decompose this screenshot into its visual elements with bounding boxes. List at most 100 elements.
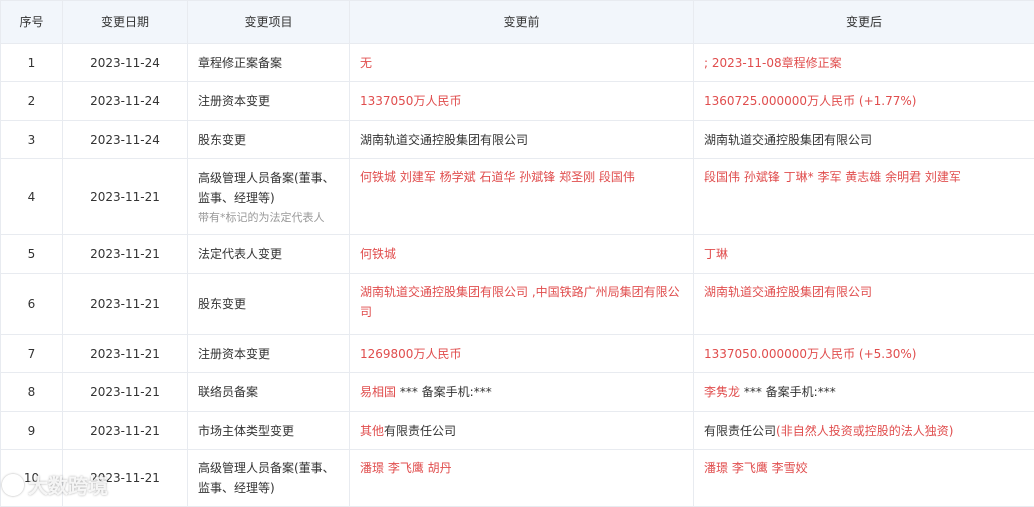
row-item-label: 联络员备案 [198,385,258,399]
table-row: 82023-11-21联络员备案易相国 *** 备案手机:***李隽龙 *** … [1,373,1034,412]
table-row: 42023-11-21 高级管理人员备案(董事、监事、经理等) 带有*标记的为法定代… [1,159,1034,235]
row-after: 1337050.000000万人民币 (+5.30%) [694,335,1034,373]
row-date: 2023-11-24 [63,44,188,82]
table-header-row: 序号 变更日期 变更项目 变更前 变更后 [1,1,1034,44]
row-before-text: 潘璟 李飞鹰 胡丹 [360,461,452,475]
table-row: 102023-11-21 高级管理人员备案(董事、监事、经理等) 潘璟 李飞鹰 胡丹… [1,450,1034,507]
header-item: 变更项目 [188,1,350,44]
row-after: 湖南轨道交通控股集团有限公司 [694,121,1034,159]
row-after: 湖南轨道交通控股集团有限公司 [694,274,1034,335]
row-date: 2023-11-21 [63,450,188,507]
row-after-text: 湖南轨道交通控股集团有限公司 [704,133,872,147]
row-item-label: 章程修正案备案 [198,56,282,70]
row-item-label: 高级管理人员备案(董事、监事、经理等) [198,461,335,495]
header-seq: 序号 [1,1,63,44]
row-after-text: 李隽龙 [704,385,740,399]
row-date: 2023-11-21 [63,412,188,450]
row-after: 丁琳 [694,235,1034,274]
row-after-text: (非自然人投资或控股的法人独资) [776,424,953,438]
row-date: 2023-11-21 [63,373,188,412]
row-item: 注册资本变更 [188,82,350,121]
row-item: 股东变更 [188,121,350,159]
row-seq: 10 [1,450,63,507]
row-after-text: *** 备案手机:*** [740,385,836,399]
change-records-table: 序号 变更日期 变更项目 变更前 变更后 12023-11-24章程修正案备案无… [0,0,1034,507]
row-after-text: 段国伟 孙斌锋 丁琳* 李军 黄志雄 余明君 刘建军 [704,170,961,184]
row-item-label: 注册资本变更 [198,94,270,108]
row-after: 潘璟 李飞鹰 李雪姣 [694,450,1034,507]
table-row: 32023-11-24 股东变更 湖南轨道交通控股集团有限公司 湖南轨道交通控股集团有… [1,121,1034,159]
row-item-label: 注册资本变更 [198,347,270,361]
row-after: 1360725.000000万人民币 (+1.77%) [694,82,1034,121]
row-seq: 3 [1,121,63,159]
row-after: 有限责任公司(非自然人投资或控股的法人独资) [694,412,1034,450]
row-after-text: 1337050.000000万人民币 (+5.30%) [704,347,916,361]
row-after-text: 有限责任公司 [704,424,776,438]
row-date: 2023-11-24 [63,82,188,121]
header-after: 变更后 [694,1,1034,44]
row-before-text: 何铁城 刘建军 杨学斌 石道华 孙斌锋 郑圣刚 段国伟 [360,170,635,184]
row-date: 2023-11-21 [63,274,188,335]
row-before: 1337050万人民币 [350,82,694,121]
row-date: 2023-11-21 [63,235,188,274]
row-item-label: 法定代表人变更 [198,247,282,261]
row-seq: 2 [1,82,63,121]
row-before: 易相国 *** 备案手机:*** [350,373,694,412]
row-before-text: 1337050万人民币 [360,94,461,108]
row-before-text: 易相国 [360,385,396,399]
row-item-note: 带有*标记的为法定代表人 [198,210,339,226]
row-seq: 1 [1,44,63,82]
table-row: 92023-11-21市场主体类型变更其他有限责任公司有限责任公司(非自然人投资… [1,412,1034,450]
row-item: 高级管理人员备案(董事、监事、经理等) [188,450,350,507]
row-before-text: 何铁城 [360,247,396,261]
table-row: 52023-11-21法定代表人变更何铁城丁琳 [1,235,1034,274]
row-before: 无 [350,44,694,82]
table-body: 12023-11-24章程修正案备案无; 2023-11-08章程修正案2202… [1,44,1034,507]
table-row: 22023-11-24 注册资本变更 1337050万人民币 1360725.0000… [1,82,1034,121]
row-item-label: 高级管理人员备案(董事、监事、经理等) [198,171,335,205]
row-item: 高级管理人员备案(董事、监事、经理等) 带有*标记的为法定代表人 [188,159,350,235]
row-after-text: ; 2023-11-08章程修正案 [704,56,842,70]
row-item-label: 股东变更 [198,133,246,147]
row-item-label: 股东变更 [198,297,246,311]
row-before: 1269800万人民币 [350,335,694,373]
row-before: 何铁城 [350,235,694,274]
row-before-text: 1269800万人民币 [360,347,461,361]
row-after-text: 1360725.000000万人民币 (+1.77%) [704,94,916,108]
row-before: 何铁城 刘建军 杨学斌 石道华 孙斌锋 郑圣刚 段国伟 [350,159,694,235]
header-date: 变更日期 [63,1,188,44]
row-seq: 4 [1,159,63,235]
header-before: 变更前 [350,1,694,44]
row-seq: 8 [1,373,63,412]
row-item: 联络员备案 [188,373,350,412]
row-after: 段国伟 孙斌锋 丁琳* 李军 黄志雄 余明君 刘建军 [694,159,1034,235]
row-item: 注册资本变更 [188,335,350,373]
row-before-text: 湖南轨道交通控股集团有限公司 [360,133,528,147]
row-item: 股东变更 [188,274,350,335]
row-before: 湖南轨道交通控股集团有限公司 ,中国铁路广州局集团有限公司 [350,274,694,335]
row-date: 2023-11-24 [63,121,188,159]
row-item: 法定代表人变更 [188,235,350,274]
row-after-text: 潘璟 李飞鹰 李雪姣 [704,461,808,475]
table-row: 62023-11-21 股东变更 湖南轨道交通控股集团有限公司 ,中国铁路广州局集团… [1,274,1034,335]
row-before-text: 无 [360,56,372,70]
row-before-text: *** 备案手机:*** [396,385,492,399]
row-after-text: 湖南轨道交通控股集团有限公司 [704,285,872,299]
row-date: 2023-11-21 [63,159,188,235]
row-after-text: 丁琳 [704,247,728,261]
row-before-text: 有限责任公司 [384,424,456,438]
row-before: 其他有限责任公司 [350,412,694,450]
row-item: 市场主体类型变更 [188,412,350,450]
row-seq: 7 [1,335,63,373]
row-before: 湖南轨道交通控股集团有限公司 [350,121,694,159]
table-row: 72023-11-21 注册资本变更 1269800万人民币 1337050.0000… [1,335,1034,373]
row-after: 李隽龙 *** 备案手机:*** [694,373,1034,412]
row-after: ; 2023-11-08章程修正案 [694,44,1034,82]
row-item: 章程修正案备案 [188,44,350,82]
row-before-text: 湖南轨道交通控股集团有限公司 ,中国铁路广州局集团有限公司 [360,285,680,319]
row-seq: 9 [1,412,63,450]
row-before: 潘璟 李飞鹰 胡丹 [350,450,694,507]
row-date: 2023-11-21 [63,335,188,373]
row-before-text: 其他 [360,424,384,438]
row-seq: 6 [1,274,63,335]
